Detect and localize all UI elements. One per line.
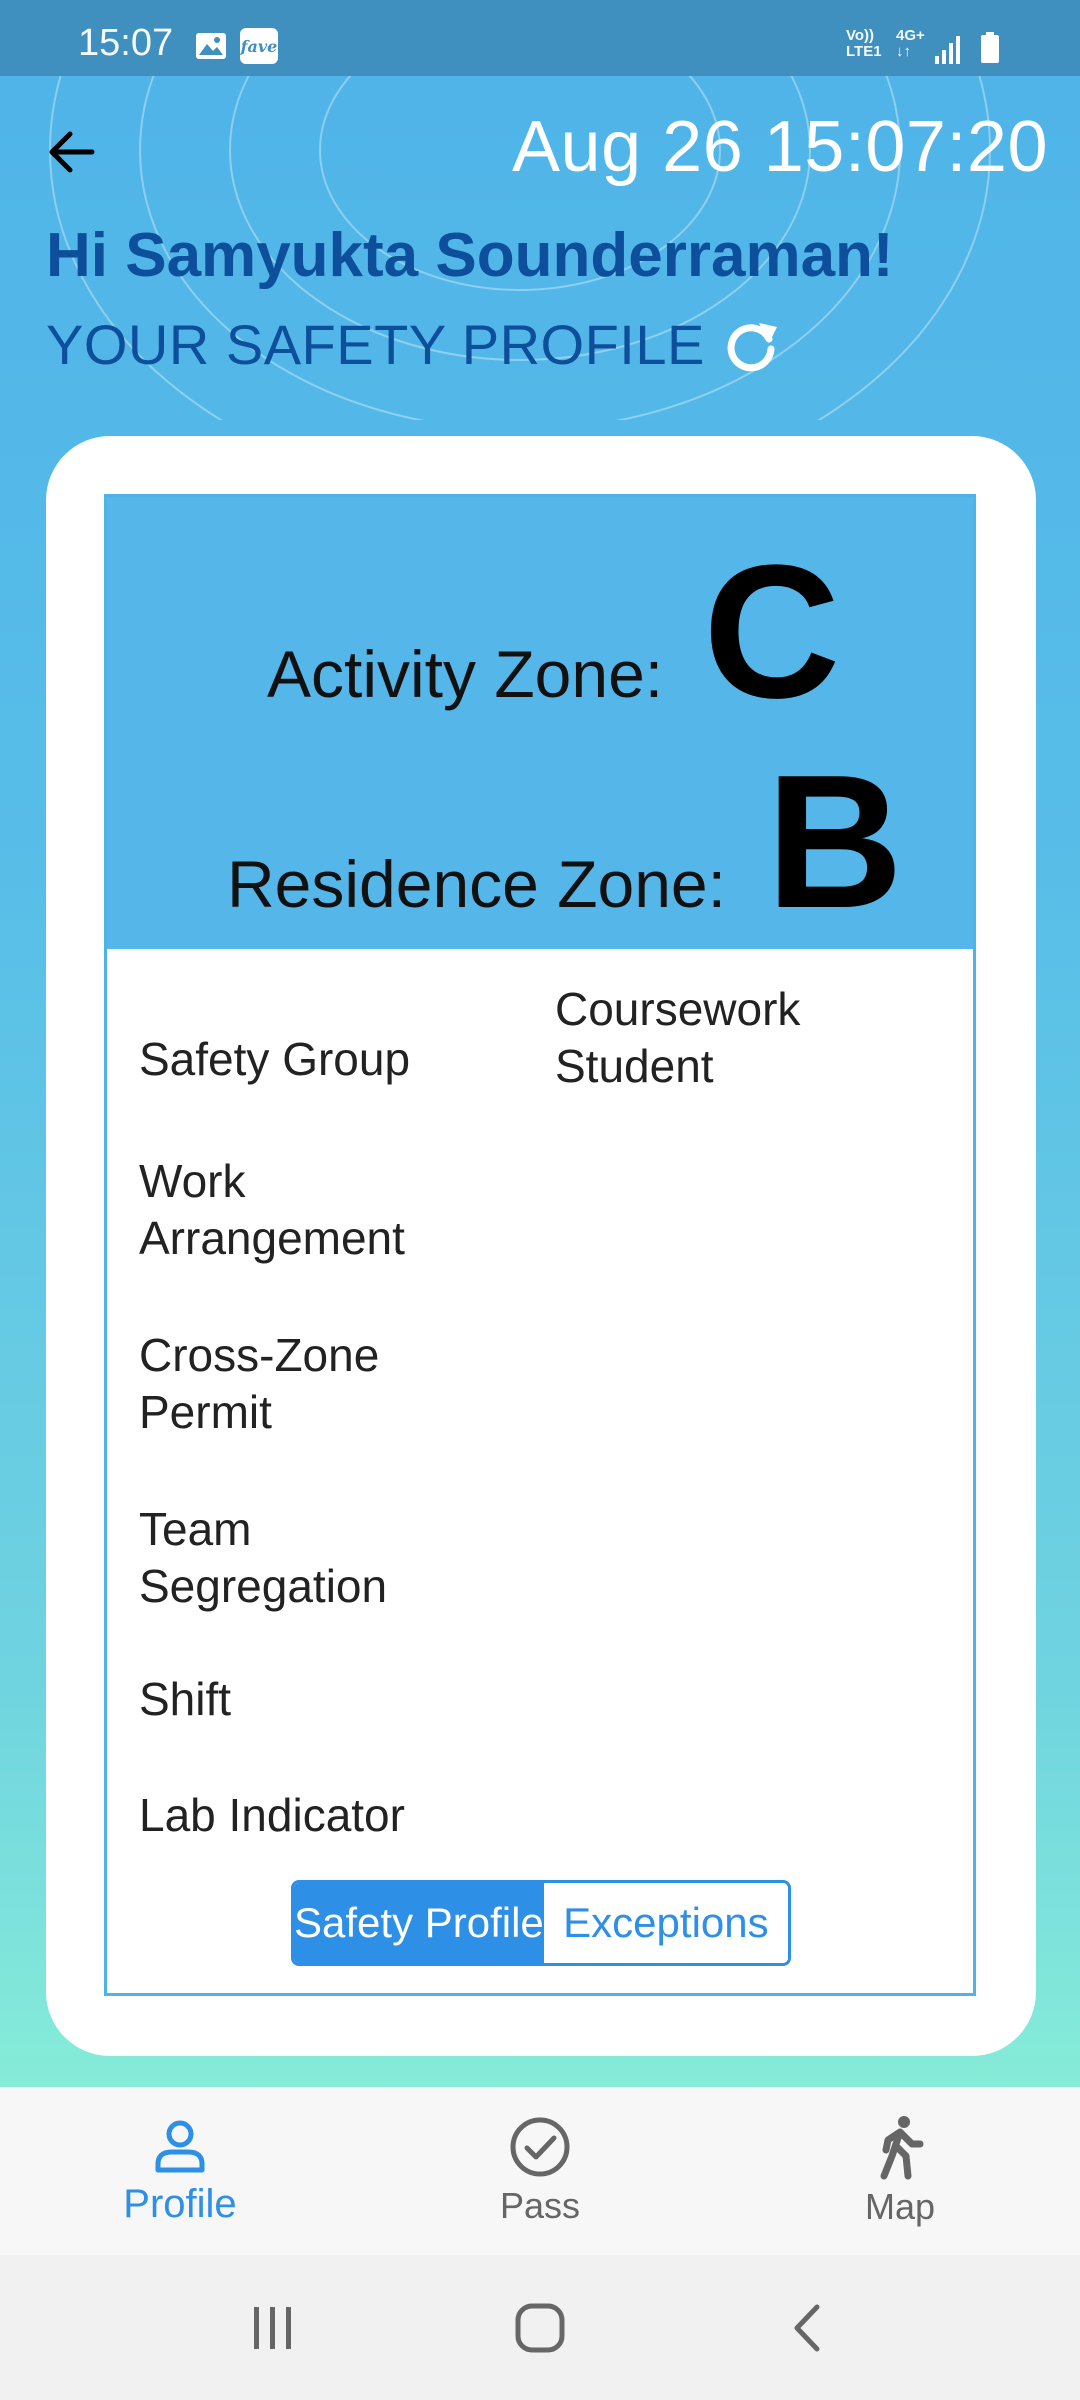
gallery-icon xyxy=(196,33,226,59)
team-segregation-label: Team Segregation xyxy=(139,1503,388,1612)
zone-panel: Activity Zone: C Residence Zone: B xyxy=(107,497,973,949)
status-time: 15:07 xyxy=(78,22,174,64)
arrow-left-icon xyxy=(49,131,95,173)
bottom-nav: Profile Pass Map xyxy=(0,2087,1080,2255)
nav-label-map: Map xyxy=(864,2186,936,2227)
activity-zone-row: Activity Zone: C xyxy=(267,537,840,727)
check-circle-icon xyxy=(510,2117,570,2177)
nav-label-pass: Pass xyxy=(499,2185,581,2226)
tab-exceptions[interactable]: Exceptions xyxy=(543,1883,788,1963)
activity-zone-value: C xyxy=(703,526,841,738)
system-navigation-bar xyxy=(0,2255,1080,2400)
cross-zone-permit-label: Cross-Zone Permit xyxy=(139,1329,380,1438)
recent-apps-icon xyxy=(254,2306,292,2349)
chevron-left-icon xyxy=(794,2304,820,2351)
residence-zone-row: Residence Zone: B xyxy=(227,747,903,937)
current-datetime: Aug 26 15:07:20 xyxy=(512,107,1048,187)
back-button[interactable] xyxy=(40,120,104,184)
safety-group-value: Coursework Student xyxy=(555,983,801,1092)
greeting-heading: Hi Samyukta Sounderraman! xyxy=(46,221,894,290)
volte-indicator: Vo)) LTE1 xyxy=(846,27,882,60)
home-icon xyxy=(515,2303,565,2352)
fave-label: fave xyxy=(240,36,278,56)
status-bar: 15:07 fave Vo)) LTE1 4G+ ↓↑ xyxy=(0,0,1080,76)
activity-zone-label: Activity Zone: xyxy=(267,637,664,711)
walking-icon xyxy=(880,2116,924,2180)
refresh-icon[interactable] xyxy=(719,313,783,377)
safety-group-label: Safety Group xyxy=(139,1033,411,1085)
safety-profile-panel: Activity Zone: C Residence Zone: B Safet… xyxy=(104,494,976,1996)
battery-icon xyxy=(981,32,999,63)
shift-label: Shift xyxy=(139,1673,232,1725)
residence-zone-label: Residence Zone: xyxy=(227,847,726,921)
recent-apps-button[interactable] xyxy=(223,2278,323,2378)
app-screen: 15:07 fave Vo)) LTE1 4G+ ↓↑ Aug 26 15:07… xyxy=(0,0,1080,2087)
nav-item-pass[interactable]: Pass xyxy=(360,2087,720,2255)
4g-indicator: 4G+ ↓↑ xyxy=(896,27,925,60)
fave-app-icon: fave xyxy=(240,28,278,64)
residence-zone-value: B xyxy=(765,736,904,948)
profile-segmented-control: Safety Profile Exceptions xyxy=(291,1880,791,1966)
nav-label-profile: Profile xyxy=(123,2181,237,2226)
nav-item-profile[interactable]: Profile xyxy=(0,2087,360,2255)
signal-icon xyxy=(935,36,960,64)
person-icon xyxy=(155,2120,205,2172)
page-subtitle: YOUR SAFETY PROFILE xyxy=(46,313,705,376)
subtitle-row: YOUR SAFETY PROFILE xyxy=(46,312,783,377)
system-back-button[interactable] xyxy=(757,2278,857,2378)
lab-indicator-label: Lab Indicator xyxy=(139,1789,405,1841)
nav-item-map[interactable]: Map xyxy=(720,2087,1080,2255)
tab-safety-profile[interactable]: Safety Profile xyxy=(294,1883,544,1963)
home-button[interactable] xyxy=(490,2278,590,2378)
work-arrangement-label: Work Arrangement xyxy=(139,1155,405,1264)
